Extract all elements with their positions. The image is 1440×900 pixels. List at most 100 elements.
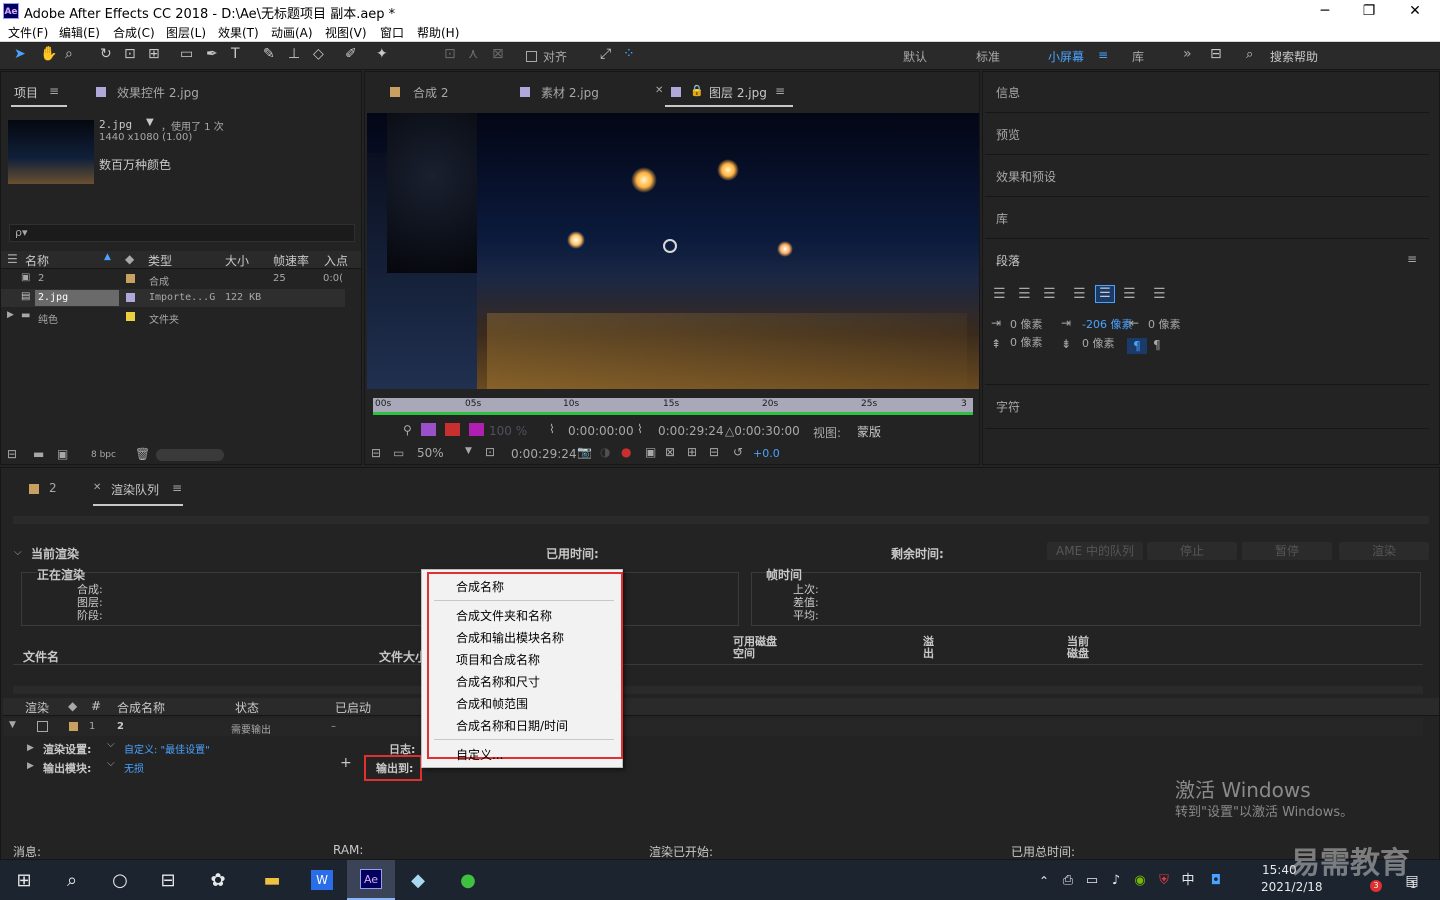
workspace-small-screen[interactable]: 小屏幕: [1048, 48, 1084, 65]
viewer-image[interactable]: [367, 113, 979, 389]
indent-right-value[interactable]: 0 像素: [1148, 316, 1181, 332]
render-checkbox[interactable]: [37, 721, 48, 732]
output-module-dropdown[interactable]: 无损: [124, 760, 144, 775]
output-to-label[interactable]: 输出到:: [376, 760, 413, 776]
preview-panel-header[interactable]: 预览: [996, 126, 1020, 143]
file-explorer-icon[interactable]: ▬: [252, 866, 292, 896]
windows-start-icon[interactable]: ⊞: [4, 866, 44, 896]
menu-edit[interactable]: 编辑(E): [59, 24, 100, 41]
work-area-bar[interactable]: [373, 412, 973, 415]
menu-animation[interactable]: 动画(A): [271, 24, 313, 41]
transparency-grid-icon[interactable]: ⊠: [665, 445, 675, 459]
puppet-icon[interactable]: ⚲: [403, 423, 412, 437]
interpret-footage-icon[interactable]: ⊟: [7, 447, 17, 461]
roto-brush-tool-icon[interactable]: ✐: [345, 46, 357, 62]
col-name[interactable]: 名称: [25, 252, 49, 269]
motion-path-button[interactable]: [445, 423, 460, 436]
notepad-app-icon[interactable]: ◆: [398, 866, 438, 896]
chevron-down-icon[interactable]: ⌵: [107, 739, 115, 750]
tab-composition[interactable]: 合成 2: [413, 84, 448, 101]
menu-item-comp-and-frame-range[interactable]: 合成和帧范围: [456, 695, 528, 712]
menu-effect[interactable]: 效果(T): [218, 24, 259, 41]
menu-help[interactable]: 帮助(H): [417, 24, 459, 41]
onion-skin-button[interactable]: [421, 423, 436, 436]
tab-effect-controls[interactable]: 效果控件 2.jpg: [117, 84, 199, 101]
close-tab-icon[interactable]: ✕: [93, 482, 101, 493]
viewer-menu-icon[interactable]: ≡: [775, 84, 785, 98]
stop-button[interactable]: 停止: [1147, 542, 1237, 560]
task-view-icon[interactable]: ⊟: [148, 866, 188, 896]
col-status[interactable]: 状态: [235, 699, 259, 716]
out-point-marker-icon[interactable]: ⌇: [637, 422, 643, 436]
channels-icon[interactable]: ●: [621, 445, 631, 459]
puppet-tool-icon[interactable]: ✦: [376, 46, 388, 62]
view-layout-icon[interactable]: ⊟: [709, 445, 719, 459]
justify-last-right-icon[interactable]: ☰: [1123, 286, 1136, 302]
justify-last-left-icon[interactable]: ☰: [1073, 286, 1086, 302]
show-snapshot-icon[interactable]: ◑: [600, 445, 610, 459]
col-comp-name[interactable]: 合成名称: [117, 699, 165, 716]
space-before-value[interactable]: 0 像素: [1010, 334, 1043, 350]
ltr-direction-button[interactable]: ¶: [1127, 338, 1147, 354]
reset-exposure-icon[interactable]: ↺: [733, 445, 743, 459]
wps-icon[interactable]: W: [311, 870, 333, 890]
info-panel-header[interactable]: 信息: [996, 84, 1020, 101]
expand-arrow-icon[interactable]: ▼: [9, 720, 16, 730]
camera-tool-icon[interactable]: ⊡: [124, 46, 136, 62]
col-type[interactable]: 类型: [148, 252, 172, 269]
menu-item-custom[interactable]: 自定义...: [456, 746, 503, 763]
guides-icon[interactable]: ⊞: [687, 445, 697, 459]
snap-target-icon[interactable]: ⁘: [623, 46, 635, 62]
col-size[interactable]: 大小: [225, 252, 249, 269]
maximize-button[interactable]: ❐: [1346, 0, 1392, 22]
time-in[interactable]: 0:00:00:00: [568, 424, 634, 438]
view-axis-icon[interactable]: ⊠: [492, 46, 504, 62]
view-dropdown[interactable]: 蒙版: [857, 423, 881, 440]
render-button[interactable]: 渲染: [1339, 542, 1429, 560]
col-fps[interactable]: 帧速率: [273, 252, 309, 269]
indent-first-value[interactable]: -206 像素: [1082, 316, 1132, 332]
anchor-point-icon[interactable]: [663, 239, 677, 253]
table-row[interactable]: ▤ 2.jpg Importe...G 122 KB: [1, 289, 345, 307]
workspace-menu-icon[interactable]: ≡: [1098, 48, 1108, 62]
render-settings-dropdown[interactable]: 自定义: "最佳设置": [124, 741, 210, 756]
effects-panel-header[interactable]: 效果和预设: [996, 168, 1056, 185]
snap-feather-icon[interactable]: ⤢: [600, 46, 611, 62]
expand-arrow-icon[interactable]: ▶: [27, 743, 34, 753]
time-out[interactable]: 0:00:29:24: [658, 424, 724, 438]
current-render-chevron-icon[interactable]: ⌵: [14, 547, 22, 558]
render-queue-menu-icon[interactable]: ≡: [172, 481, 182, 495]
align-left-icon[interactable]: ☰: [993, 286, 1006, 302]
panel-toggle-icon[interactable]: ⊟: [1210, 46, 1222, 62]
snap-checkbox[interactable]: [526, 51, 537, 62]
indent-left-value[interactable]: 0 像素: [1010, 316, 1043, 332]
col-render[interactable]: 渲染: [25, 699, 49, 716]
tab-timeline-comp[interactable]: 2: [49, 481, 57, 495]
paragraph-menu-icon[interactable]: ≡: [1407, 252, 1417, 266]
workspace-default[interactable]: 默认: [903, 48, 927, 65]
exposure-value[interactable]: +0.0: [753, 447, 780, 460]
pan-behind-tool-icon[interactable]: ⊞: [148, 46, 160, 62]
menu-view[interactable]: 视图(V): [325, 24, 367, 41]
zoom-tool-icon[interactable]: ⌕: [65, 46, 73, 62]
rtl-direction-icon[interactable]: ¶: [1153, 338, 1161, 352]
chevron-down-icon[interactable]: ⌵: [107, 758, 115, 769]
rotate-tool-icon[interactable]: ↻: [100, 46, 112, 62]
current-time[interactable]: 0:00:29:24: [511, 447, 577, 461]
project-menu-icon[interactable]: ≡: [49, 84, 59, 98]
close-tab-icon[interactable]: ✕: [655, 85, 663, 96]
ame-queue-button[interactable]: AME 中的队列: [1047, 542, 1143, 560]
menu-item-folder-and-name[interactable]: 合成文件夹和名称: [456, 607, 552, 624]
table-row[interactable]: ▶ ▬ 纯色 文件夹: [1, 308, 345, 326]
fit-icon[interactable]: ⊡: [485, 445, 495, 459]
menu-item-project-and-comp[interactable]: 项目和合成名称: [456, 651, 540, 668]
new-folder-icon[interactable]: ▬: [33, 447, 44, 461]
justify-last-center-button[interactable]: ☰: [1095, 285, 1115, 303]
character-panel-header[interactable]: 字符: [996, 398, 1020, 415]
after-effects-taskbar-button[interactable]: Ae: [347, 860, 395, 900]
menu-item-comp-name[interactable]: 合成名称: [456, 578, 504, 595]
world-axis-icon[interactable]: ⋏: [468, 46, 478, 62]
menu-window[interactable]: 窗口: [380, 24, 404, 41]
pen-tool-icon[interactable]: ✒: [206, 46, 218, 62]
paragraph-panel-header[interactable]: 段落: [996, 252, 1020, 269]
